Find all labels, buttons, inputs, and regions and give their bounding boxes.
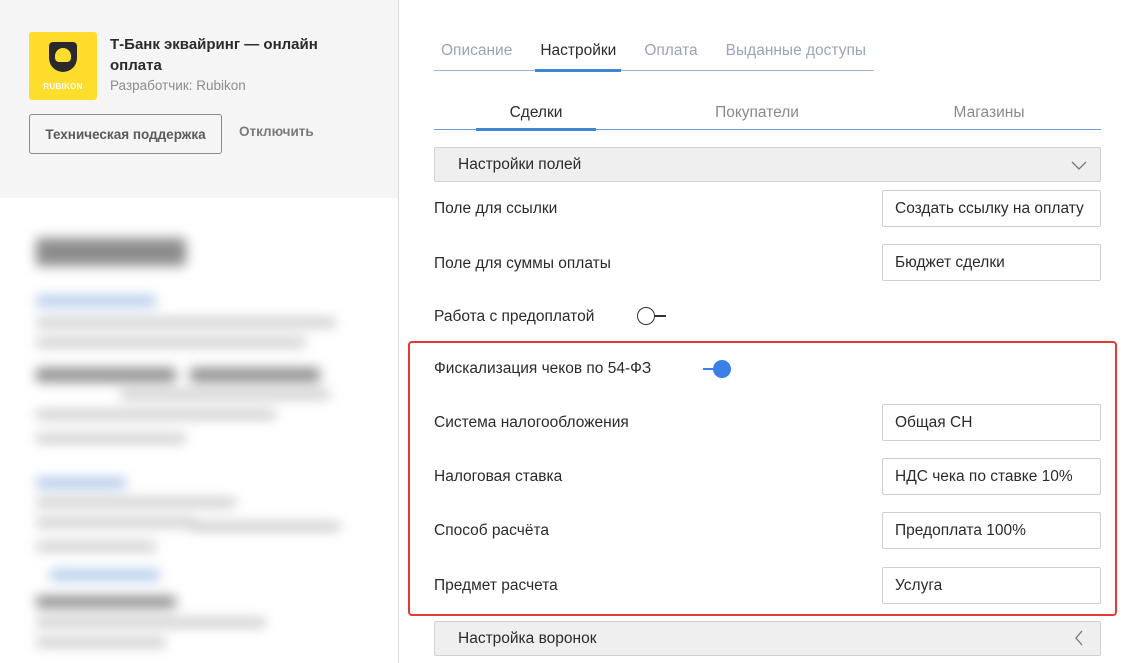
- amount-field-label: Поле для суммы оплаты: [434, 255, 611, 272]
- fields-settings-title: Настройки полей: [458, 156, 582, 173]
- fiscalization-label: Фискализация чеков по 54-ФЗ: [434, 360, 652, 377]
- funnels-settings-title: Настройка воронок: [458, 630, 597, 647]
- tax-rate-label: Налоговая ставка: [434, 468, 563, 485]
- subtab-customers[interactable]: Покупатели: [682, 96, 832, 129]
- tab-issued-access[interactable]: Выданные доступы: [726, 38, 866, 70]
- support-button[interactable]: Техническая поддержка: [29, 114, 222, 154]
- blurred-content: [0, 198, 398, 663]
- settings-panel: Описание Настройки Оплата Выданные досту…: [400, 0, 1127, 663]
- payment-method-select[interactable]: Предоплата 100%: [882, 512, 1101, 549]
- prepayment-label: Работа с предоплатой: [434, 308, 595, 325]
- left-panel: RUBIKON Т-Банк эквайринг — онлайн оплата…: [0, 0, 399, 663]
- subtab-stores[interactable]: Магазины: [929, 96, 1049, 129]
- tab-settings[interactable]: Настройки: [535, 38, 622, 72]
- chevron-down-icon: [1071, 161, 1087, 170]
- sub-tabs: Сделки Покупатели Магазины: [434, 96, 1101, 131]
- app-title: Т-Банк эквайринг — онлайн оплата: [110, 36, 318, 74]
- main-tabs: Описание Настройки Оплата Выданные досту…: [434, 38, 874, 72]
- payment-subject-select[interactable]: Услуга: [882, 567, 1101, 604]
- amount-field-select[interactable]: Бюджет сделки: [882, 244, 1101, 281]
- payment-method-label: Способ расчёта: [434, 522, 549, 539]
- subtab-deals[interactable]: Сделки: [476, 96, 596, 131]
- funnels-settings-accordion[interactable]: Настройка воронок: [434, 621, 1101, 656]
- tab-payment[interactable]: Оплата: [644, 38, 697, 70]
- link-field-label: Поле для ссылки: [434, 200, 558, 217]
- tax-rate-select[interactable]: НДС чека по ставке 10%: [882, 458, 1101, 495]
- crest-icon: [49, 42, 77, 72]
- app-developer: Разработчик: Rubikon: [110, 78, 246, 93]
- disable-button[interactable]: Отключить: [239, 124, 314, 139]
- tax-system-label: Система налогообложения: [434, 414, 629, 431]
- prepayment-toggle[interactable]: [637, 306, 667, 326]
- tab-description[interactable]: Описание: [441, 38, 512, 70]
- payment-subject-label: Предмет расчета: [434, 577, 558, 594]
- fiscalization-toggle[interactable]: [703, 359, 733, 379]
- app-header: RUBIKON Т-Банк эквайринг — онлайн оплата…: [0, 0, 398, 198]
- app-logo: RUBIKON: [29, 32, 97, 100]
- fields-settings-accordion[interactable]: Настройки полей: [434, 147, 1101, 182]
- logo-brand-text: RUBIKON: [43, 82, 83, 91]
- chevron-left-icon: [1075, 630, 1083, 646]
- link-field-select[interactable]: Создать ссылку на оплату: [882, 190, 1101, 227]
- tax-system-select[interactable]: Общая СН: [882, 404, 1101, 441]
